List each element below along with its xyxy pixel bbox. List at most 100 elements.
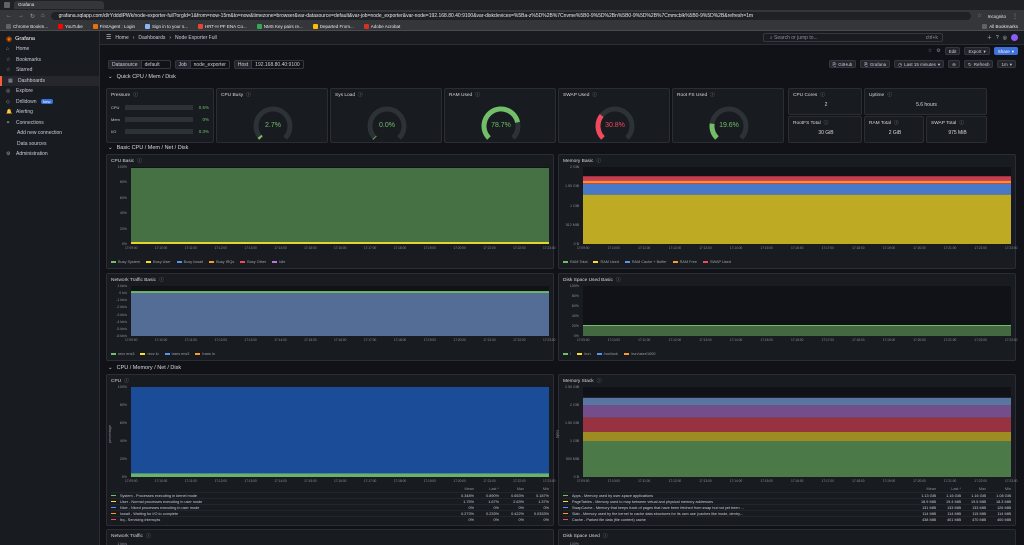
column-header[interactable]: Mean [911,487,937,491]
legend-item[interactable]: trans lo [195,352,215,356]
stat-panel[interactable]: RAM Total ⓘ 2 GiB [864,116,924,143]
pressure-bar [125,105,193,110]
legend-table-row[interactable]: Iowait - Waiting for I/O to complete 0.27… [111,510,549,516]
gauge-panel[interactable]: Sys Load ⓘ 0.0% [330,88,442,143]
legend-item[interactable]: RAM Used [593,260,619,264]
legend-swatch [624,261,630,263]
column-header[interactable]: Min [524,487,549,491]
sidebar-item-add-new-connection[interactable]: Add new connection [0,128,99,139]
legend-item[interactable]: / [563,352,571,356]
column-header[interactable]: Max [961,487,986,491]
legend-table-row[interactable]: Apps - Memory used by user-space applica… [563,492,1011,498]
x-tick-label: 17:23:00 [543,338,556,342]
gauge-panel[interactable]: RAM Used ⓘ 78.7% [444,88,556,143]
sidebar-item-data-sources[interactable]: Data sources [0,139,99,150]
bookmark-item[interactable]: Chrome Bookm... [6,23,48,29]
sidebar-item-starred[interactable]: ☆ Starred [0,65,99,76]
forward-icon[interactable]: → [18,13,24,19]
memory-basic-panel[interactable]: Memory Basic ⓘ 2 GiB 1.50 GiB 1 GiB 512 MiB 0 … [558,154,1017,269]
pressure-panel[interactable]: Pressure ⓘ CPU 0.5% Mem 0% I/O 0.3% [106,88,214,143]
home-icon[interactable]: ⌂ [41,13,45,19]
disk-space-panel[interactable]: Disk Space Usedⓘ100%80% [558,529,1016,545]
legend-table-row[interactable]: Nice - Niced processes executing in user… [111,504,549,510]
legend-item[interactable]: recv lo [140,352,159,356]
column-header[interactable]: Mean [449,487,475,491]
legend-swatch [176,261,182,263]
disk-basic-panel[interactable]: Disk Space Used Basic ⓘ 100% 80% 60% 40% 20% 0%… [558,273,1017,361]
bookmark-item[interactable]: Sign in to your s... [144,23,188,29]
legend-item[interactable]: Busy User [146,260,171,264]
sidebar-item-home[interactable]: ⌂ Home [0,44,99,55]
sidebar-item-alerting[interactable]: 🔔 Alerting [0,107,99,118]
sidebar-item-drilldown[interactable]: ◇ Drilldown New [0,97,99,108]
address-bar[interactable]: grafana.sqlapp.com/d/rYdddlPWk/node-expo… [50,12,972,20]
x-tick-label: 17:16:00 [791,338,804,342]
legend-item[interactable]: Busy Other [240,260,266,264]
stat-panel[interactable]: CPU Cores ⓘ 2 [788,88,862,115]
legend-label: Busy IRQs [216,260,235,264]
sidebar-item-connections[interactable]: ⚭ Connections [0,118,99,129]
legend-table-row[interactable]: Cache - Parked file data (file content) … [563,516,1011,522]
column-header[interactable]: Max [499,487,524,491]
sidebar-item-explore[interactable]: ◎ Explore [0,86,99,97]
back-icon[interactable]: ← [6,13,12,19]
legend-item[interactable]: Idle [272,260,285,264]
column-header[interactable]: Last * [474,487,499,491]
column-header[interactable]: Last * [936,487,961,491]
legend-item[interactable]: trans ens3 [164,352,189,356]
legend-table-row[interactable]: User - Normal processes executing in use… [111,498,549,504]
stat-panel[interactable]: RootFS Total ⓘ 30 GiB [788,116,862,143]
column-header[interactable]: Min [986,487,1011,491]
bookmark-item[interactable]: HRT-H PF ENA Co... [198,23,247,29]
legend-table-row[interactable]: SwapCache - Memory that keeps track of p… [563,504,1011,510]
grafana-logo[interactable]: ◉ Grafana [0,33,99,44]
legend-item[interactable]: RAM Free [672,260,697,264]
series-value: 1.13 GiB [921,493,936,498]
bookmark-item[interactable]: Adobe Acrobat [363,23,400,29]
series-name: Iowait - Waiting for I/O to complete [111,512,449,516]
legend-item[interactable]: recv ens3 [111,352,134,356]
legend-table-row[interactable]: Irq - Servicing interrupts 0% 0% 0% 0% [111,516,549,522]
all-bookmarks[interactable]: All Bookmarks [982,23,1018,29]
legend-item[interactable]: Busy IRQs [209,260,234,264]
legend-item[interactable]: Busy Iowait [176,260,203,264]
sidebar-item-administration[interactable]: ⚙ Administration [0,149,99,160]
legend-table-row[interactable]: Slab - Memory used by the kernel to cach… [563,510,1011,516]
star-icon[interactable]: ☆ [977,13,981,19]
cpu-panel[interactable]: CPU ⓘ 100% 80% 60% 40% 20% 0% percentage 17:09:00… [106,374,555,526]
memory-stack-panel[interactable]: Memory Stack ⓘ 2.50 GiB 2 GiB 1.50 GiB 1 GiB 5… [555,374,1017,526]
legend-item[interactable]: RAM Cache + Buffer [624,260,667,264]
cpu-basic-panel[interactable]: CPU Basic ⓘ 100% 80% 60% 40% 20% 0% 17:09:00 17:1… [106,154,555,269]
gauge-panel[interactable]: Root FS Used ⓘ 19.6% [672,88,784,143]
legend-item[interactable]: /run [577,352,591,356]
series-area [583,405,1011,418]
browser-tab[interactable]: Grafana [14,1,104,9]
legend-item[interactable]: /run/user/1000 [623,352,655,356]
stat-panel[interactable]: Uptime ⓘ 5.6 hours [864,88,987,115]
bookmark-item[interactable]: FirstAgent : Login [92,23,135,29]
stat-panel[interactable]: SWAP Total ⓘ 975 MiB [926,116,987,143]
network-traffic-panel[interactable]: Network Trafficⓘ1 kb/s0 b/s-1 kb/s [106,529,554,545]
legend-item[interactable]: /run/lock [596,352,618,356]
section-row-cpu-mem[interactable]: ⌄ CPU / Memory / Net / Disk [100,362,189,373]
series-area [131,291,549,293]
bookmark-item[interactable]: NMS Key pairs re... [256,23,303,29]
menu-icon[interactable]: ⋮ [1012,13,1018,20]
gauge-panel[interactable]: SWAP Used ⓘ 30.8% [558,88,670,143]
y-tick-label: 80% [119,180,127,185]
network-basic-panel[interactable]: Network Traffic Basic ⓘ 1 kb/s 0 b/s -1 kb/s… [106,273,556,361]
reload-icon[interactable]: ↻ [30,13,35,20]
legend-item[interactable]: SWAP Used [702,260,731,264]
incognito-label[interactable]: Incognito [988,14,1006,19]
legend-item[interactable]: Busy System [111,260,140,264]
tab-list-icon[interactable] [4,2,10,8]
bookmark-item[interactable]: YouTube [58,23,83,29]
bookmark-item[interactable]: Departed From... [312,23,354,29]
legend-item[interactable]: RAM Total [563,260,587,264]
sidebar-item-bookmarks[interactable]: ☆ Bookmarks [0,55,99,66]
gauge-panel[interactable]: CPU Busy ⓘ 2.7% [216,88,328,143]
sidebar-item-dashboards[interactable]: ▦ Dashboards [0,75,99,86]
legend-table-row[interactable]: PageTables - Memory used to map between … [563,498,1011,504]
legend-table-row[interactable]: System - Processes executing in kernel m… [111,492,549,498]
section-row-basic[interactable]: ⌄ Basic CPU / Mem / Net / Disk [100,142,196,153]
